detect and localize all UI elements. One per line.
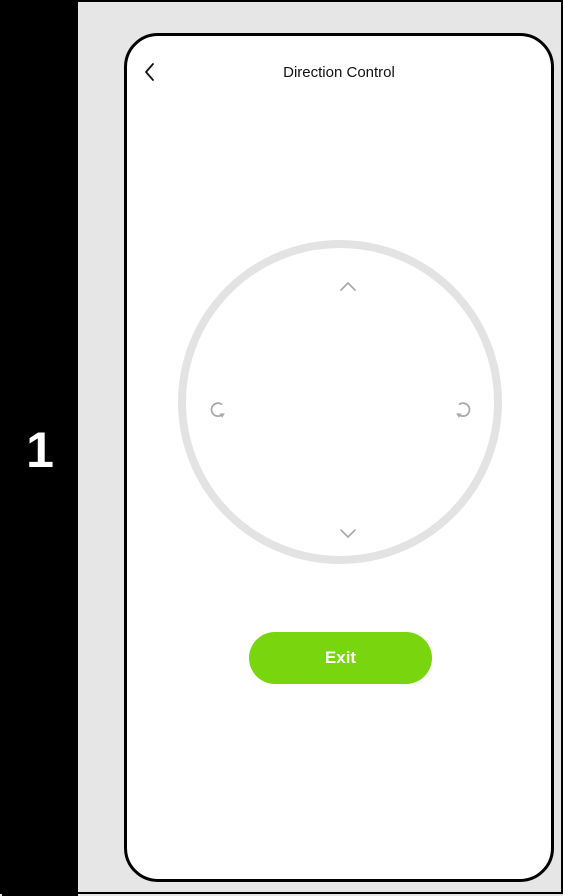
rotate-left-button[interactable] — [202, 394, 234, 426]
move-up-button[interactable] — [332, 270, 364, 302]
exit-button[interactable]: Exit — [249, 632, 432, 684]
page-title: Direction Control — [283, 64, 395, 81]
direction-joystick — [178, 240, 502, 564]
rotate-counterclockwise-icon — [207, 399, 229, 421]
phone-screen: Direction Control Exit — [124, 33, 554, 882]
rotate-clockwise-icon — [452, 399, 474, 421]
rotate-right-button[interactable] — [447, 394, 479, 426]
instruction-panel: 1 Direction Control Exit — [0, 0, 563, 896]
step-number: 1 — [26, 422, 54, 478]
step-sidebar: 1 — [2, 2, 78, 896]
chevron-down-icon — [338, 527, 358, 541]
move-down-button[interactable] — [332, 518, 364, 550]
chevron-up-icon — [338, 279, 358, 293]
